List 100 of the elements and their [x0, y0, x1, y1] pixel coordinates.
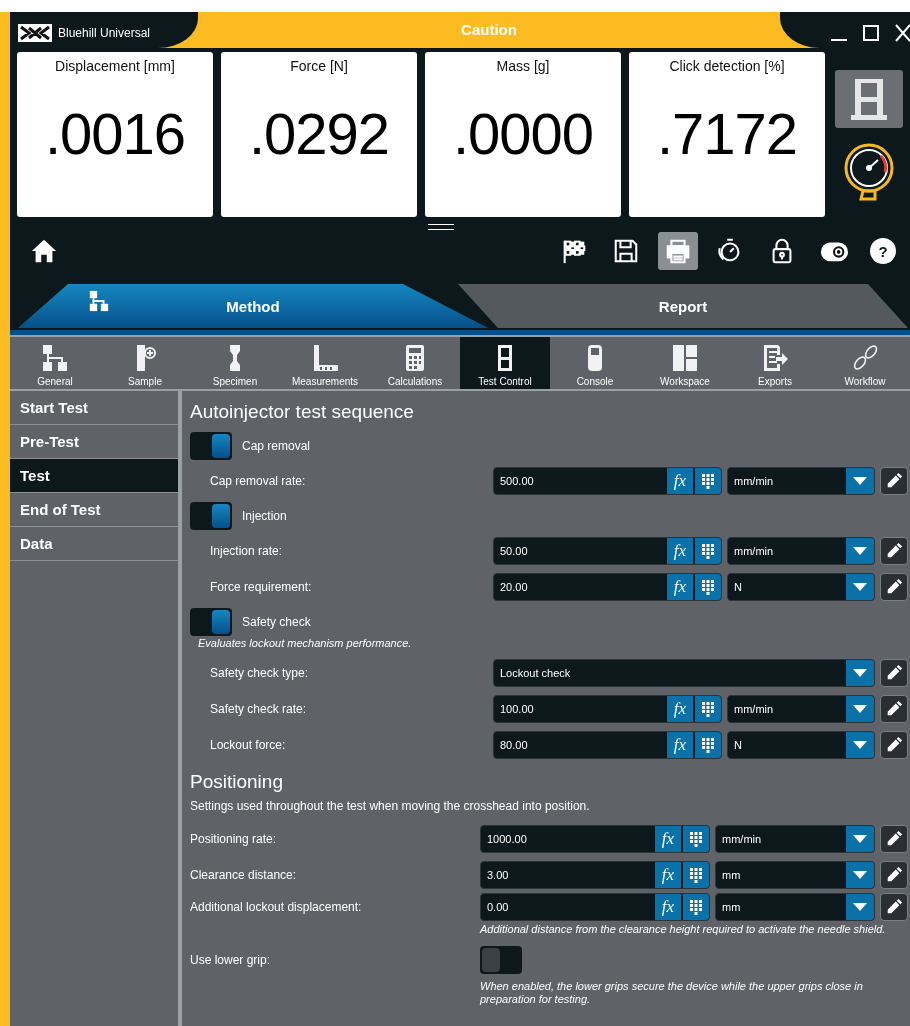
- keypad-button[interactable]: [683, 894, 709, 920]
- sidebar-item[interactable]: End of Test: [10, 493, 178, 527]
- toggle-switch[interactable]: [190, 502, 232, 530]
- gauge-icon: [843, 142, 895, 204]
- readout-label: Mass [g]: [496, 58, 550, 74]
- field-label: Injection rate:: [209, 544, 284, 558]
- pencil-icon: [885, 700, 903, 718]
- edit-button[interactable]: [880, 731, 908, 759]
- keypad-button[interactable]: [683, 862, 709, 888]
- field-label: Lockout force:: [209, 738, 287, 752]
- help-button[interactable]: ?: [870, 238, 896, 264]
- edit-button[interactable]: [880, 893, 908, 921]
- toggle-switch[interactable]: [190, 608, 232, 636]
- unit-dropdown[interactable]: mm/min: [727, 537, 875, 565]
- section-title: Autoinjector test sequence: [190, 401, 415, 423]
- sidebar-item[interactable]: Test: [10, 459, 178, 493]
- dropdown-arrow-icon: [853, 834, 867, 844]
- field-label: Clearance distance:: [190, 868, 298, 882]
- formula-button[interactable]: fx: [655, 826, 681, 852]
- keypad-button[interactable]: [695, 574, 721, 600]
- nav-item[interactable]: Specimen: [190, 337, 280, 389]
- keypad-button[interactable]: [695, 468, 721, 494]
- load-frame-button[interactable]: [835, 70, 903, 128]
- unit-dropdown[interactable]: mm/min: [727, 695, 875, 723]
- tab[interactable]: Report: [458, 284, 908, 328]
- edit-button[interactable]: [880, 825, 908, 853]
- edit-button[interactable]: [880, 537, 908, 565]
- readout-label: Click detection [%]: [669, 58, 785, 74]
- toggle-switch[interactable]: [480, 946, 522, 974]
- number-field[interactable]: 0.00 fx: [480, 893, 710, 921]
- keypad-icon: [701, 473, 715, 489]
- sidebar-item[interactable]: Start Test: [10, 391, 178, 425]
- unit-dropdown[interactable]: N: [727, 573, 875, 601]
- edit-button[interactable]: [880, 659, 908, 687]
- nav-item[interactable]: Exports: [730, 337, 820, 389]
- field-label: Force requirement:: [209, 580, 313, 594]
- formula-button[interactable]: fx: [667, 538, 693, 564]
- edit-button[interactable]: [880, 573, 908, 601]
- window-title: Caution: [460, 20, 518, 40]
- home-icon: [30, 237, 58, 265]
- dropdown-arrow-icon: [853, 476, 867, 486]
- keypad-icon: [701, 579, 715, 595]
- number-field[interactable]: 1000.00 fx: [480, 825, 710, 853]
- formula-button[interactable]: fx: [655, 862, 681, 888]
- unit-dropdown[interactable]: mm: [715, 861, 875, 889]
- nav-item[interactable]: Calculations: [370, 337, 460, 389]
- print-button[interactable]: [658, 232, 698, 270]
- nav-item[interactable]: Sample: [100, 337, 190, 389]
- section-title: Positioning: [190, 771, 284, 793]
- pencil-icon: [885, 736, 903, 754]
- formula-button[interactable]: fx: [667, 732, 693, 758]
- pencil-icon: [885, 578, 903, 596]
- hierarchy-icon: [88, 290, 110, 312]
- keypad-button[interactable]: [695, 732, 721, 758]
- pencil-icon: [885, 664, 903, 682]
- formula-button[interactable]: fx: [667, 696, 693, 722]
- number-field[interactable]: 3.00 fx: [480, 861, 710, 889]
- keypad-icon: [701, 543, 715, 559]
- toggle-label: Injection: [242, 509, 287, 523]
- edit-button[interactable]: [880, 695, 908, 723]
- number-field[interactable]: 50.00 fx: [493, 537, 722, 565]
- save-icon: [612, 237, 640, 265]
- edit-button[interactable]: [880, 861, 908, 889]
- pencil-icon: [885, 830, 903, 848]
- type-dropdown[interactable]: Lockout check: [493, 659, 875, 687]
- print-icon: [664, 237, 692, 265]
- number-field[interactable]: 20.00 fx: [493, 573, 722, 601]
- close-icon[interactable]: [894, 24, 910, 42]
- keypad-button[interactable]: [695, 696, 721, 722]
- number-field[interactable]: 80.00 fx: [493, 731, 722, 759]
- tab[interactable]: Method: [18, 284, 488, 328]
- general-icon: [40, 343, 70, 373]
- number-field[interactable]: 500.00 fx: [493, 467, 722, 495]
- edit-button[interactable]: [880, 467, 908, 495]
- formula-button[interactable]: fx: [655, 894, 681, 920]
- unit-dropdown[interactable]: mm: [715, 893, 875, 921]
- unit-dropdown[interactable]: N: [727, 731, 875, 759]
- formula-button[interactable]: fx: [667, 574, 693, 600]
- formula-button[interactable]: fx: [667, 468, 693, 494]
- resize-handle[interactable]: [428, 224, 454, 230]
- nav-item[interactable]: Console: [550, 337, 640, 389]
- nav-item[interactable]: Measurements: [280, 337, 370, 389]
- number-field[interactable]: 100.00 fx: [493, 695, 722, 723]
- unit-dropdown[interactable]: mm/min: [715, 825, 875, 853]
- sidebar-item[interactable]: Data: [10, 527, 178, 561]
- keypad-icon: [689, 899, 703, 915]
- unit-dropdown[interactable]: mm/min: [727, 467, 875, 495]
- toggle-switch[interactable]: [190, 432, 232, 460]
- nav-item[interactable]: Workflow: [820, 337, 910, 389]
- dropdown-arrow-icon: [853, 902, 867, 912]
- nav-item[interactable]: Workspace: [640, 337, 730, 389]
- nav-item[interactable]: Test Control: [460, 337, 550, 389]
- pencil-icon: [885, 866, 903, 884]
- nav-item[interactable]: General: [10, 337, 100, 389]
- maximize-icon[interactable]: [862, 24, 880, 42]
- app-name: Bluehill Universal: [58, 26, 151, 40]
- readout-value: .7172: [656, 100, 798, 167]
- field-hint: Additional distance from the clearance height required to activate the needle shield.: [480, 922, 887, 937]
- keypad-button[interactable]: [683, 826, 709, 852]
- keypad-button[interactable]: [695, 538, 721, 564]
